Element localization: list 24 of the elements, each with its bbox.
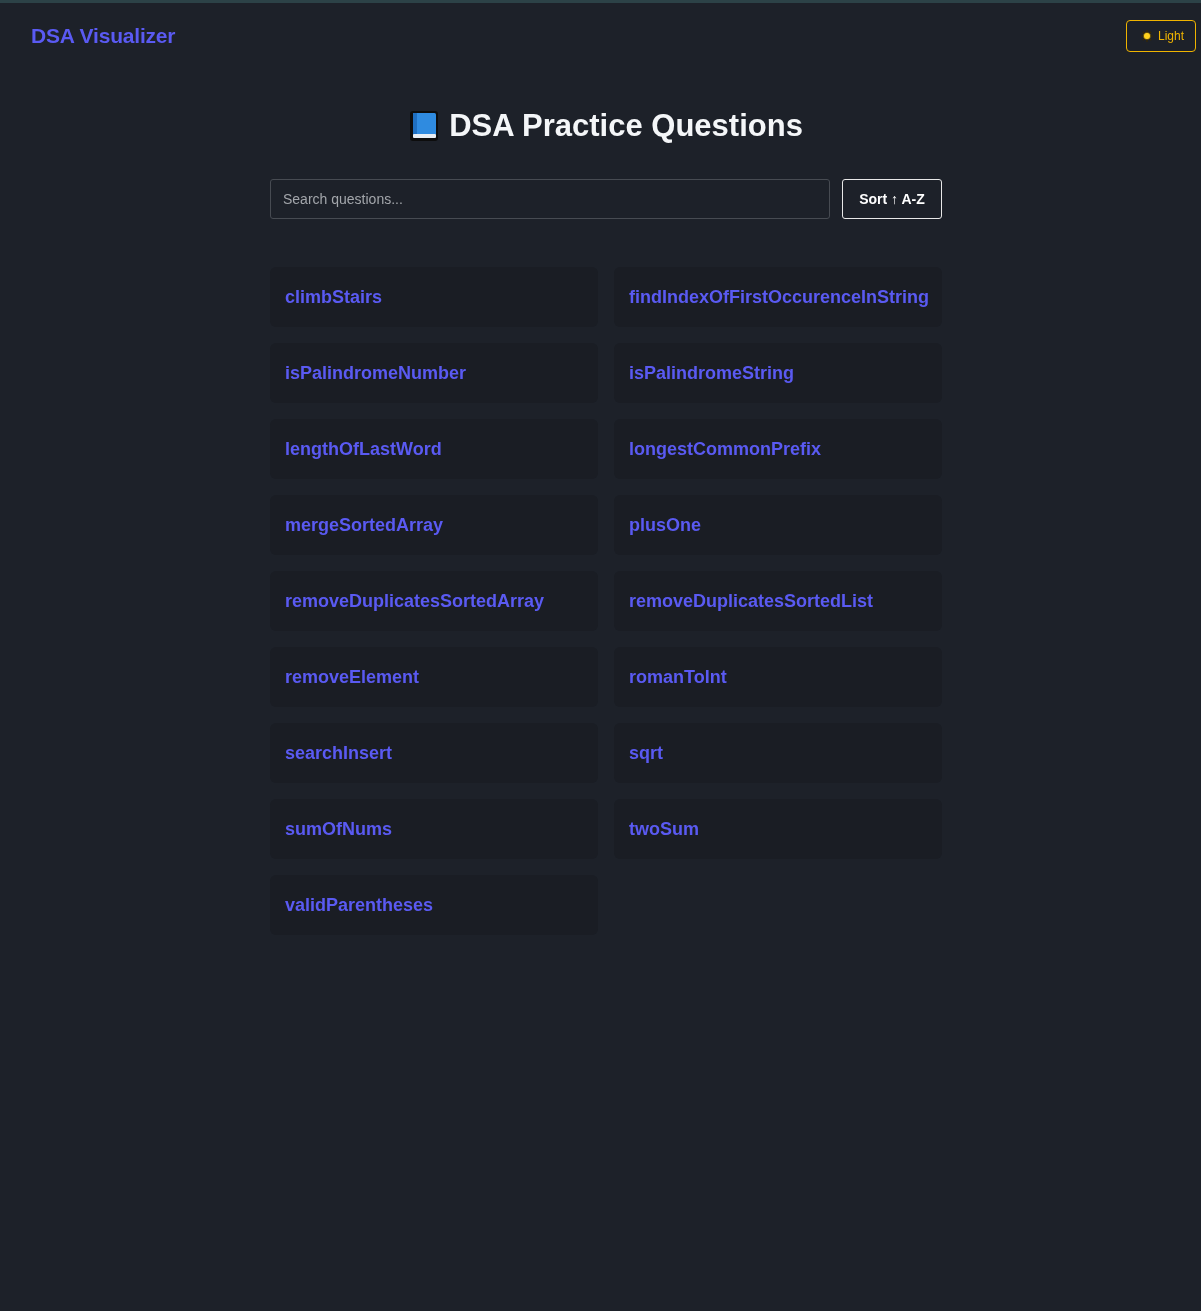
question-card[interactable]: longestCommonPrefix xyxy=(614,419,942,479)
question-card[interactable]: lengthOfLastWord xyxy=(270,419,598,479)
question-card[interactable]: findIndexOfFirstOccurenceInString xyxy=(614,267,942,327)
question-card[interactable]: twoSum xyxy=(614,799,942,859)
book-icon xyxy=(409,110,440,142)
question-card[interactable]: sqrt xyxy=(614,723,942,783)
question-card[interactable]: climbStairs xyxy=(270,267,598,327)
question-card[interactable]: sumOfNums xyxy=(270,799,598,859)
question-card[interactable]: removeElement xyxy=(270,647,598,707)
page-heading: DSA Practice Questions xyxy=(449,108,803,144)
theme-toggle-button[interactable]: Light xyxy=(1125,20,1196,52)
sun-icon xyxy=(1140,30,1153,42)
question-card[interactable]: removeDuplicatesSortedArray xyxy=(270,571,598,631)
question-card[interactable]: isPalindromeNumber xyxy=(270,343,598,403)
site-title[interactable]: DSA Visualizer xyxy=(31,24,176,48)
question-card[interactable]: validParentheses xyxy=(270,875,598,935)
question-card[interactable]: romanToInt xyxy=(614,647,942,707)
question-card[interactable]: removeDuplicatesSortedList xyxy=(614,571,942,631)
search-field[interactable]: Search questions... xyxy=(270,179,830,219)
sort-button[interactable]: Sort ↑ A-Z xyxy=(842,179,942,219)
question-card[interactable]: plusOne xyxy=(614,495,942,555)
question-card[interactable]: mergeSortedArray xyxy=(270,495,598,555)
question-card[interactable]: isPalindromeString xyxy=(614,343,942,403)
question-card[interactable]: searchInsert xyxy=(270,723,598,783)
